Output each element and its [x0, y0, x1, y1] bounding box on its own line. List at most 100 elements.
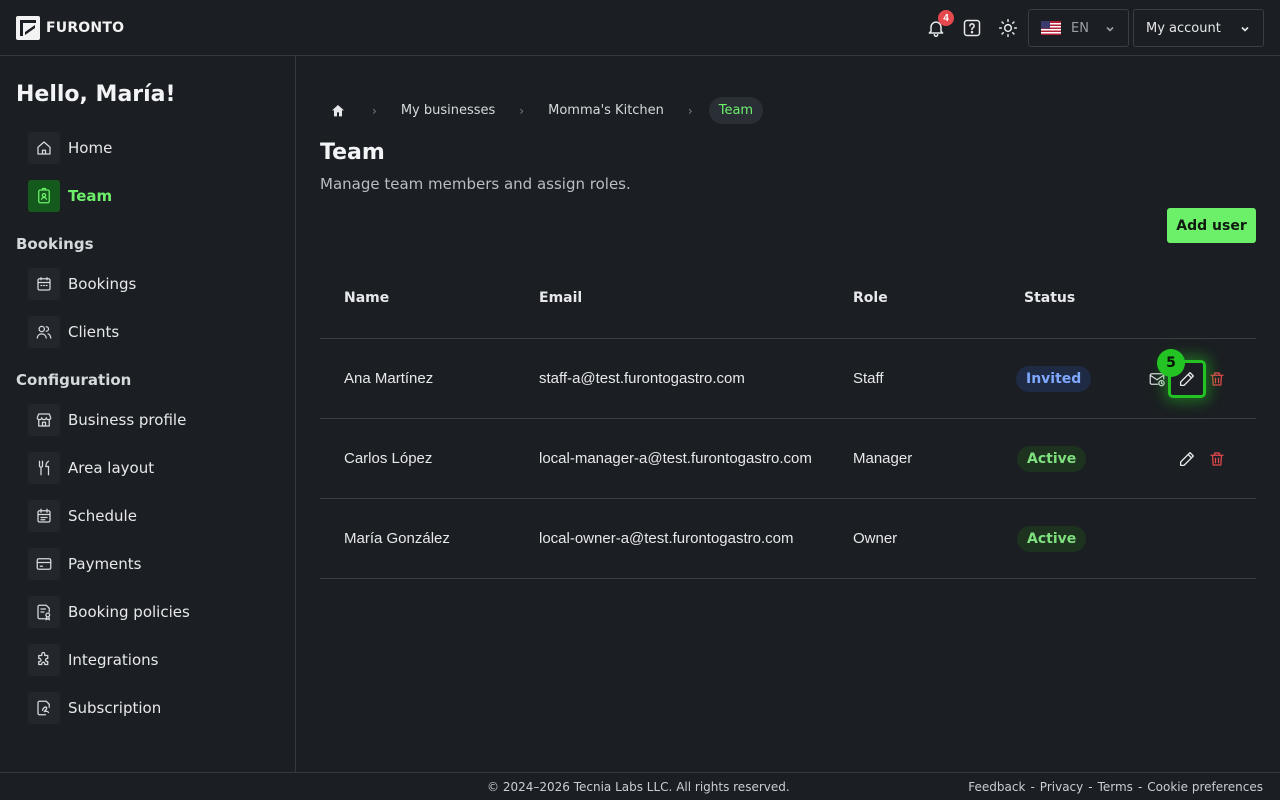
- footer-links: Feedback - Privacy - Terms - Cookie pref…: [968, 780, 1263, 794]
- pencil-icon: [1179, 451, 1195, 467]
- home-icon: [28, 132, 60, 164]
- calendar-icon: [28, 268, 60, 300]
- sidebar-item-integrations[interactable]: Integrations: [28, 644, 158, 676]
- puzzle-icon: [28, 644, 60, 676]
- table-divider: [320, 498, 1256, 499]
- delete-button[interactable]: [1205, 447, 1229, 471]
- sun-icon: [998, 18, 1018, 38]
- footer: © 2024–2026 Tecnia Labs LLC. All rights …: [0, 772, 1280, 800]
- member-role: Manager: [853, 450, 913, 467]
- member-email: local-owner-a@test.furontogastro.com: [539, 530, 794, 547]
- footer-link-cookie-preferences[interactable]: Cookie preferences: [1147, 780, 1263, 794]
- brand-name: FURONTO: [46, 20, 125, 36]
- member-email: local-manager-a@test.furontogastro.com: [539, 450, 812, 467]
- footer-separator: -: [1088, 780, 1093, 794]
- help-button[interactable]: [960, 16, 984, 40]
- users-icon: [28, 316, 60, 348]
- sidebar-item-label: Team: [68, 187, 113, 205]
- add-user-button[interactable]: Add user: [1167, 208, 1256, 243]
- sidebar-item-home[interactable]: Home: [28, 132, 112, 164]
- table-divider: [320, 418, 1256, 419]
- language-label: EN: [1071, 20, 1089, 36]
- table-divider: [320, 578, 1256, 579]
- store-icon: [28, 404, 60, 436]
- brand-logo[interactable]: FURONTO: [16, 16, 124, 40]
- chevron-down-icon: [1106, 26, 1114, 32]
- footer-separator: -: [1030, 780, 1035, 794]
- sidebar-item-clients[interactable]: Clients: [28, 316, 119, 348]
- member-role: Staff: [853, 370, 884, 387]
- notifications-button[interactable]: 4: [924, 10, 954, 40]
- utensils-icon: [28, 452, 60, 484]
- column-header-name: Name: [344, 290, 390, 306]
- sidebar-item-area-layout[interactable]: Area layout: [28, 452, 154, 484]
- schedule-icon: [28, 500, 60, 532]
- sidebar-item-subscription[interactable]: Subscription: [28, 692, 161, 724]
- sidebar-item-label: Booking policies: [68, 603, 190, 621]
- trash-icon: [1210, 372, 1224, 386]
- breadcrumb: › My businesses › Momma's Kitchen › Team: [320, 96, 764, 125]
- chevron-right-icon: ›: [519, 103, 525, 118]
- subscription-icon: [28, 692, 60, 724]
- column-header-role: Role: [853, 290, 888, 306]
- footer-link-feedback[interactable]: Feedback: [968, 780, 1025, 794]
- sidebar-item-booking-policies[interactable]: Booking policies: [28, 596, 190, 628]
- status-badge: Invited: [1016, 366, 1092, 392]
- sidebar-item-payments[interactable]: Payments: [28, 548, 141, 580]
- sidebar: Hello, María! Home Team Bookings Booking…: [0, 56, 296, 772]
- delete-button[interactable]: [1205, 367, 1229, 391]
- member-name: Carlos López: [344, 450, 433, 467]
- footer-link-terms[interactable]: Terms: [1098, 780, 1133, 794]
- member-name: Ana Martínez: [344, 370, 434, 387]
- status-badge: Active: [1017, 446, 1087, 472]
- language-selector[interactable]: EN: [1028, 9, 1129, 47]
- breadcrumb-my-businesses[interactable]: My businesses: [393, 103, 503, 118]
- home-icon: [332, 104, 344, 116]
- sidebar-item-label: Business profile: [68, 411, 187, 429]
- breadcrumb-home[interactable]: [320, 96, 356, 125]
- sidebar-item-team[interactable]: Team: [28, 180, 112, 212]
- chevron-right-icon: ›: [687, 103, 693, 118]
- member-role: Owner: [853, 530, 898, 547]
- help-icon: [963, 19, 981, 37]
- column-header-status: Status: [1024, 290, 1076, 306]
- footer-separator: -: [1137, 780, 1143, 794]
- page-subtitle: Manage team members and assign roles.: [320, 175, 631, 193]
- page-title: Team: [320, 140, 385, 165]
- sidebar-item-label: Schedule: [68, 507, 137, 525]
- chevron-down-icon: [1241, 26, 1249, 32]
- my-account-menu[interactable]: My account: [1133, 9, 1264, 47]
- notification-count-badge: 4: [938, 10, 954, 26]
- sidebar-item-label: Clients: [68, 323, 120, 341]
- logo-mark-icon: [16, 16, 40, 40]
- chevron-right-icon: ›: [372, 103, 377, 118]
- greeting: Hello, María!: [16, 82, 176, 107]
- policy-icon: [28, 596, 60, 628]
- copyright-text: © 2024–2026 Tecnia Labs LLC. All rights …: [487, 780, 790, 794]
- sidebar-item-schedule[interactable]: Schedule: [28, 500, 137, 532]
- sidebar-item-label: Integrations: [68, 651, 159, 669]
- step-number-badge: 5: [1157, 349, 1185, 377]
- sidebar-item-label: Bookings: [68, 275, 137, 293]
- top-bar: FURONTO 4 EN My account: [0, 0, 1280, 56]
- badge-icon: [28, 180, 60, 212]
- edit-button[interactable]: [1175, 447, 1199, 471]
- sidebar-item-label: Subscription: [68, 699, 162, 717]
- breadcrumb-business[interactable]: Momma's Kitchen: [540, 103, 672, 118]
- sidebar-item-label: Area layout: [68, 459, 155, 477]
- sidebar-item-business-profile[interactable]: Business profile: [28, 404, 186, 436]
- status-badge: Active: [1017, 526, 1087, 552]
- member-name: María González: [344, 530, 450, 547]
- sidebar-item-label: Home: [68, 139, 113, 157]
- section-heading-configuration: Configuration: [16, 371, 132, 389]
- section-heading-bookings: Bookings: [16, 235, 94, 253]
- account-label: My account: [1146, 20, 1221, 36]
- member-email: staff-a@test.furontogastro.com: [539, 370, 745, 387]
- theme-toggle-button[interactable]: [996, 16, 1020, 40]
- breadcrumb-current: Team: [708, 97, 764, 124]
- column-header-email: Email: [539, 290, 583, 306]
- trash-icon: [1210, 452, 1224, 466]
- footer-link-privacy[interactable]: Privacy: [1040, 780, 1083, 794]
- sidebar-item-bookings[interactable]: Bookings: [28, 268, 136, 300]
- us-flag-icon: [1041, 21, 1061, 35]
